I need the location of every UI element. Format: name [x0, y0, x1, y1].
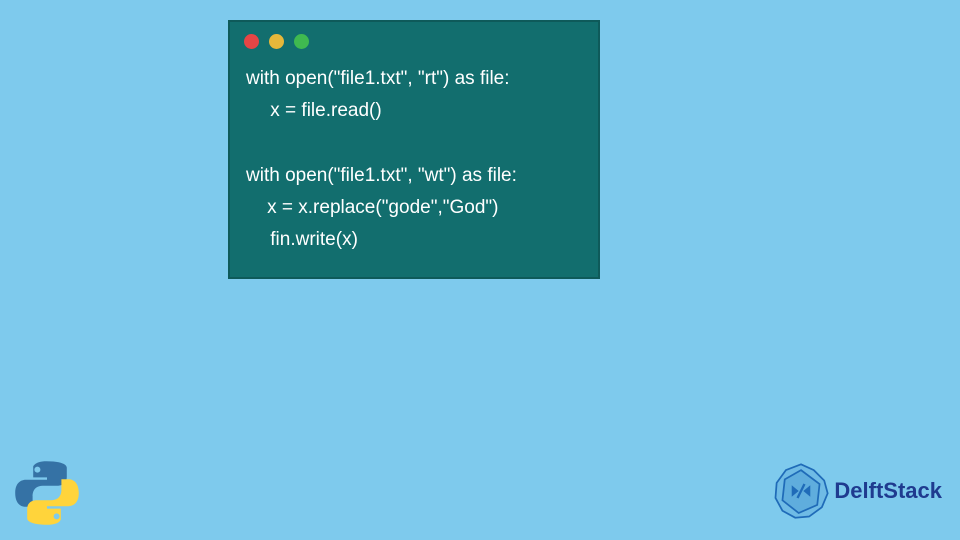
- code-line: with open("file1.txt", "wt") as file:: [246, 165, 517, 186]
- maximize-icon: [294, 34, 309, 49]
- code-block: with open("file1.txt", "rt") as file: x …: [230, 59, 598, 261]
- code-line: [246, 133, 270, 154]
- delftstack-logo: DelftStack: [772, 462, 942, 520]
- close-icon: [244, 34, 259, 49]
- window-traffic-lights: [230, 22, 598, 59]
- code-line: fin.write(x): [246, 229, 358, 250]
- python-logo-icon: [14, 460, 80, 526]
- code-line: x = x.replace("gode","God"): [246, 197, 498, 218]
- code-window: with open("file1.txt", "rt") as file: x …: [228, 20, 600, 279]
- delftstack-brand-text: DelftStack: [834, 478, 942, 504]
- delftstack-emblem-icon: [772, 462, 830, 520]
- code-line: x = file.read(): [246, 100, 382, 121]
- minimize-icon: [269, 34, 284, 49]
- code-line: with open("file1.txt", "rt") as file:: [246, 68, 510, 89]
